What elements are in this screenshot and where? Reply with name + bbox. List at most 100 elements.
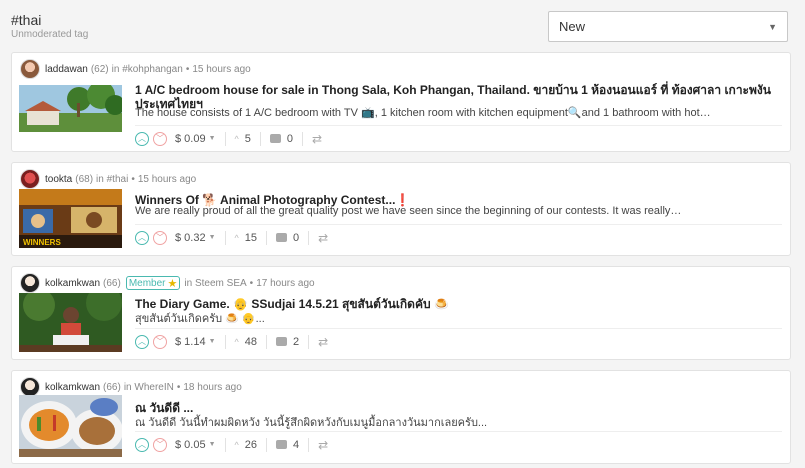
dot-separator: • bbox=[185, 63, 190, 75]
caret-down-icon: ▼ bbox=[208, 338, 216, 345]
dot-separator: • bbox=[131, 173, 135, 185]
svg-text:WINNERS: WINNERS bbox=[23, 238, 61, 247]
upvote-button[interactable]: ︿ bbox=[135, 437, 149, 452]
downvote-button[interactable]: ﹀ bbox=[153, 131, 167, 146]
upvote-button[interactable]: ︿ bbox=[135, 334, 149, 349]
post-thumbnail[interactable] bbox=[19, 395, 122, 457]
post-meta: laddawan (62) in #kohphangan • 15 hours … bbox=[20, 59, 251, 79]
payout-value: $ 1.14 bbox=[175, 335, 206, 348]
post-excerpt[interactable]: ณ วันดีดี วันนี้ทำผมผิดหวัง วันนี้รู้สึก… bbox=[135, 413, 785, 431]
post-time: 18 hours ago bbox=[183, 381, 242, 393]
votes-value: 26 bbox=[244, 438, 258, 451]
post-time: 15 hours ago bbox=[137, 173, 197, 185]
post-card: kolkamkwan (66) Member ★ in Steem SEA • 1… bbox=[11, 266, 791, 360]
divider bbox=[302, 131, 304, 146]
votes-value: 5 bbox=[244, 132, 251, 145]
dot-separator: • bbox=[176, 381, 181, 393]
member-badge: Member ★ bbox=[125, 276, 181, 290]
badge-label: Member bbox=[128, 277, 166, 289]
downvote-button[interactable]: ﹀ bbox=[153, 230, 167, 245]
in-label: in bbox=[111, 63, 120, 75]
community-link[interactable]: #thai bbox=[107, 174, 129, 185]
page-header: #thai Unmoderated tag bbox=[11, 12, 88, 40]
dot-separator: • bbox=[249, 277, 254, 289]
replies-count[interactable]: 0 bbox=[276, 232, 299, 244]
divider bbox=[308, 437, 310, 452]
payout-value: $ 0.09 bbox=[175, 132, 206, 145]
post-time: 15 hours ago bbox=[192, 63, 251, 75]
caret-down-icon: ▼ bbox=[208, 135, 216, 142]
author-link[interactable]: kolkamkwan bbox=[45, 382, 100, 393]
divider bbox=[224, 131, 226, 146]
votes-value: 15 bbox=[244, 231, 258, 244]
post-meta: kolkamkwan (66) Member ★ in Steem SEA • 1… bbox=[20, 273, 315, 293]
post-thumbnail[interactable]: WINNERS bbox=[19, 189, 122, 248]
sort-dropdown[interactable]: New ▼ bbox=[548, 11, 788, 42]
avatar[interactable] bbox=[20, 169, 40, 189]
chevron-up-icon: ^ bbox=[234, 439, 239, 450]
post-card: tookta (68) in #thai • 15 hours ago WINN… bbox=[11, 162, 791, 256]
upvote-button[interactable]: ︿ bbox=[135, 131, 149, 146]
replies-count[interactable]: 2 bbox=[276, 336, 299, 348]
votes-count[interactable]: ^ 48 bbox=[235, 336, 257, 348]
resteem-icon[interactable]: ⇄ bbox=[318, 438, 328, 452]
tag-subtitle: Unmoderated tag bbox=[11, 29, 89, 40]
post-excerpt[interactable]: We are really proud of all the great qua… bbox=[135, 205, 785, 217]
post-footer: ︿ ﹀ $ 0.32 ▼ ^ 15 0 ⇄ bbox=[135, 224, 782, 250]
tag-title: #thai bbox=[11, 12, 42, 28]
comment-icon bbox=[276, 440, 288, 449]
in-label: in bbox=[96, 173, 104, 185]
comment-icon bbox=[276, 233, 288, 242]
divider bbox=[308, 230, 310, 245]
post-time: 17 hours ago bbox=[256, 277, 315, 289]
post-excerpt[interactable]: สุขสันต์วันเกิดครับ 🍮 👴... bbox=[135, 309, 785, 327]
comment-icon bbox=[276, 337, 288, 346]
votes-count[interactable]: ^ 15 bbox=[235, 232, 257, 244]
caret-down-icon: ▼ bbox=[208, 441, 216, 448]
chevron-up-icon: ^ bbox=[234, 133, 239, 144]
resteem-icon[interactable]: ⇄ bbox=[318, 335, 328, 349]
replies-count[interactable]: 0 bbox=[269, 132, 294, 145]
reputation: (62) bbox=[90, 63, 109, 75]
author-link[interactable]: tookta bbox=[45, 174, 72, 185]
post-card: laddawan (62) in #kohphangan • 15 hours … bbox=[11, 52, 791, 152]
divider bbox=[224, 437, 226, 452]
payout-value: $ 0.05 bbox=[175, 438, 206, 451]
post-excerpt[interactable]: The house consists of 1 A/C bedroom with… bbox=[135, 106, 785, 119]
post-meta: tookta (68) in #thai • 15 hours ago bbox=[20, 169, 197, 189]
post-card: kolkamkwan (66) in WhereIN • 18 hours ag… bbox=[11, 370, 791, 464]
sort-value: New bbox=[559, 19, 586, 34]
downvote-button[interactable]: ﹀ bbox=[153, 437, 167, 452]
payout-dropdown[interactable]: $ 0.32 ▼ bbox=[175, 232, 216, 244]
replies-value: 4 bbox=[293, 438, 300, 451]
resteem-icon[interactable]: ⇄ bbox=[318, 231, 328, 245]
post-meta: kolkamkwan (66) in WhereIN • 18 hours ag… bbox=[20, 377, 242, 397]
author-link[interactable]: laddawan bbox=[45, 64, 88, 75]
downvote-button[interactable]: ﹀ bbox=[153, 334, 167, 349]
post-thumbnail[interactable] bbox=[19, 293, 122, 352]
community-link[interactable]: WhereIN bbox=[134, 382, 173, 393]
upvote-button[interactable]: ︿ bbox=[135, 230, 149, 245]
avatar[interactable] bbox=[20, 59, 40, 79]
votes-count[interactable]: ^ 26 bbox=[235, 439, 257, 451]
post-thumbnail[interactable] bbox=[19, 85, 122, 132]
replies-value: 2 bbox=[293, 335, 300, 348]
divider bbox=[308, 334, 310, 349]
payout-value: $ 0.32 bbox=[175, 231, 206, 244]
votes-count[interactable]: ^ 5 bbox=[235, 133, 251, 145]
star-icon: ★ bbox=[167, 277, 178, 290]
post-footer: ︿ ﹀ $ 1.14 ▼ ^ 48 2 ⇄ bbox=[135, 328, 782, 354]
payout-dropdown[interactable]: $ 0.09 ▼ bbox=[175, 133, 216, 145]
community-link[interactable]: #kohphangan bbox=[122, 64, 183, 75]
resteem-icon[interactable]: ⇄ bbox=[312, 132, 322, 146]
in-label: in bbox=[123, 381, 132, 393]
avatar[interactable] bbox=[20, 273, 40, 293]
replies-value: 0 bbox=[286, 132, 294, 145]
payout-dropdown[interactable]: $ 1.14 ▼ bbox=[175, 336, 216, 348]
chevron-up-icon: ^ bbox=[234, 336, 239, 347]
community-link[interactable]: Steem SEA bbox=[195, 278, 247, 289]
payout-dropdown[interactable]: $ 0.05 ▼ bbox=[175, 439, 216, 451]
avatar[interactable] bbox=[20, 377, 40, 397]
replies-count[interactable]: 4 bbox=[276, 439, 299, 451]
author-link[interactable]: kolkamkwan bbox=[45, 278, 100, 289]
